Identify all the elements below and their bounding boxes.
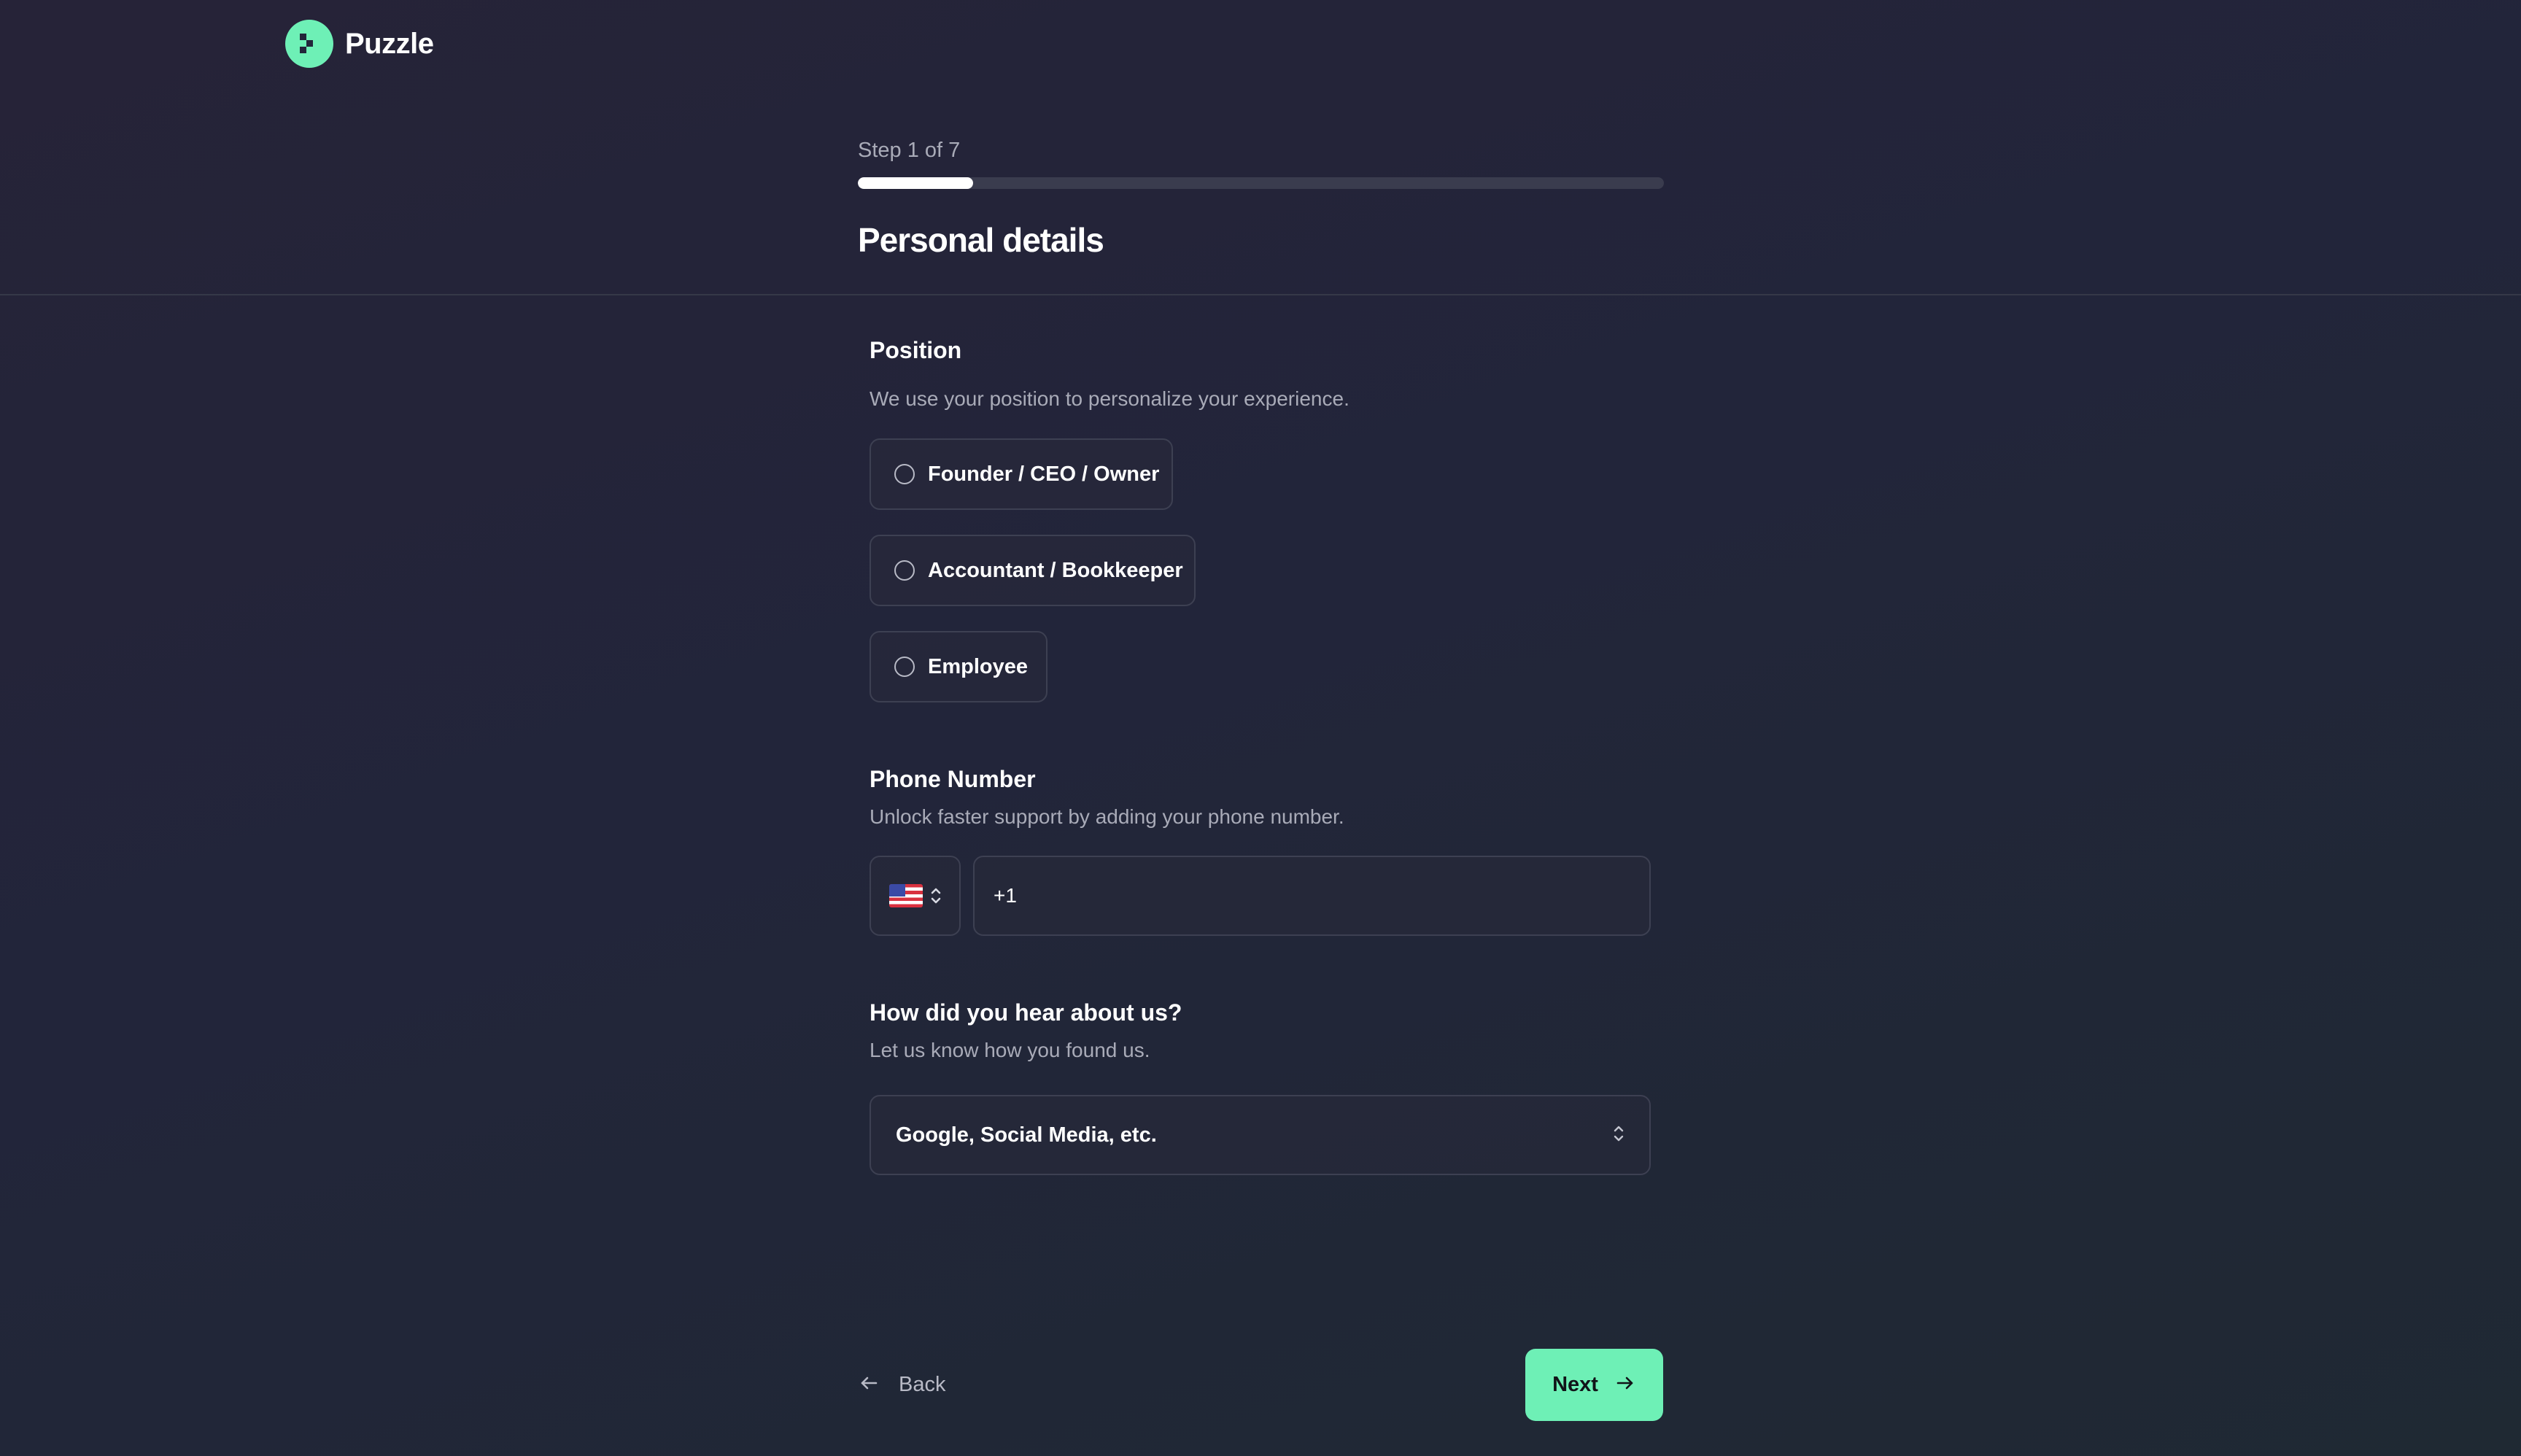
arrow-right-icon xyxy=(1614,1372,1636,1398)
source-section-title: How did you hear about us? xyxy=(870,999,1182,1026)
position-option-accountant[interactable]: Accountant / Bookkeeper xyxy=(870,535,1196,606)
puzzle-logo[interactable]: Puzzle xyxy=(285,20,434,68)
chevron-up-down-icon xyxy=(1613,1123,1624,1147)
position-option-label: Accountant / Bookkeeper xyxy=(928,558,1183,582)
phone-section-description: Unlock faster support by adding your pho… xyxy=(870,805,1344,828)
arrow-left-icon xyxy=(858,1372,880,1398)
position-option-employee[interactable]: Employee xyxy=(870,631,1047,702)
radio-circle[interactable] xyxy=(894,560,915,581)
position-section-title: Position xyxy=(870,337,962,363)
chevron-up-down-icon xyxy=(930,886,942,905)
radio-circle[interactable] xyxy=(894,657,915,677)
position-option-label: Founder / CEO / Owner xyxy=(928,462,1160,486)
source-select[interactable]: Google, Social Media, etc. xyxy=(870,1095,1651,1175)
position-option-label: Employee xyxy=(928,654,1028,678)
phone-section-title: Phone Number xyxy=(870,766,1036,792)
page-title: Personal details xyxy=(858,221,1104,259)
next-button[interactable]: Next xyxy=(1525,1349,1663,1421)
back-button[interactable]: Back xyxy=(858,1358,945,1411)
next-button-label: Next xyxy=(1552,1373,1598,1396)
progress-bar-fill xyxy=(858,177,973,189)
brand-name: Puzzle xyxy=(345,27,434,60)
position-section-description: We use your position to personalize your… xyxy=(870,387,1349,410)
phone-number-input[interactable] xyxy=(973,856,1651,936)
position-option-founder[interactable]: Founder / CEO / Owner xyxy=(870,438,1173,510)
us-flag-icon xyxy=(888,884,923,907)
progress-bar xyxy=(858,177,1664,189)
step-indicator: Step 1 of 7 xyxy=(858,139,961,162)
radio-circle[interactable] xyxy=(894,464,915,484)
source-section-description: Let us know how you found us. xyxy=(870,1039,1150,1061)
back-button-label: Back xyxy=(899,1372,946,1396)
source-select-value: Google, Social Media, etc. xyxy=(896,1123,1157,1147)
header-divider xyxy=(0,294,2521,295)
country-code-select[interactable] xyxy=(870,856,961,936)
puzzle-logo-icon xyxy=(285,20,333,68)
